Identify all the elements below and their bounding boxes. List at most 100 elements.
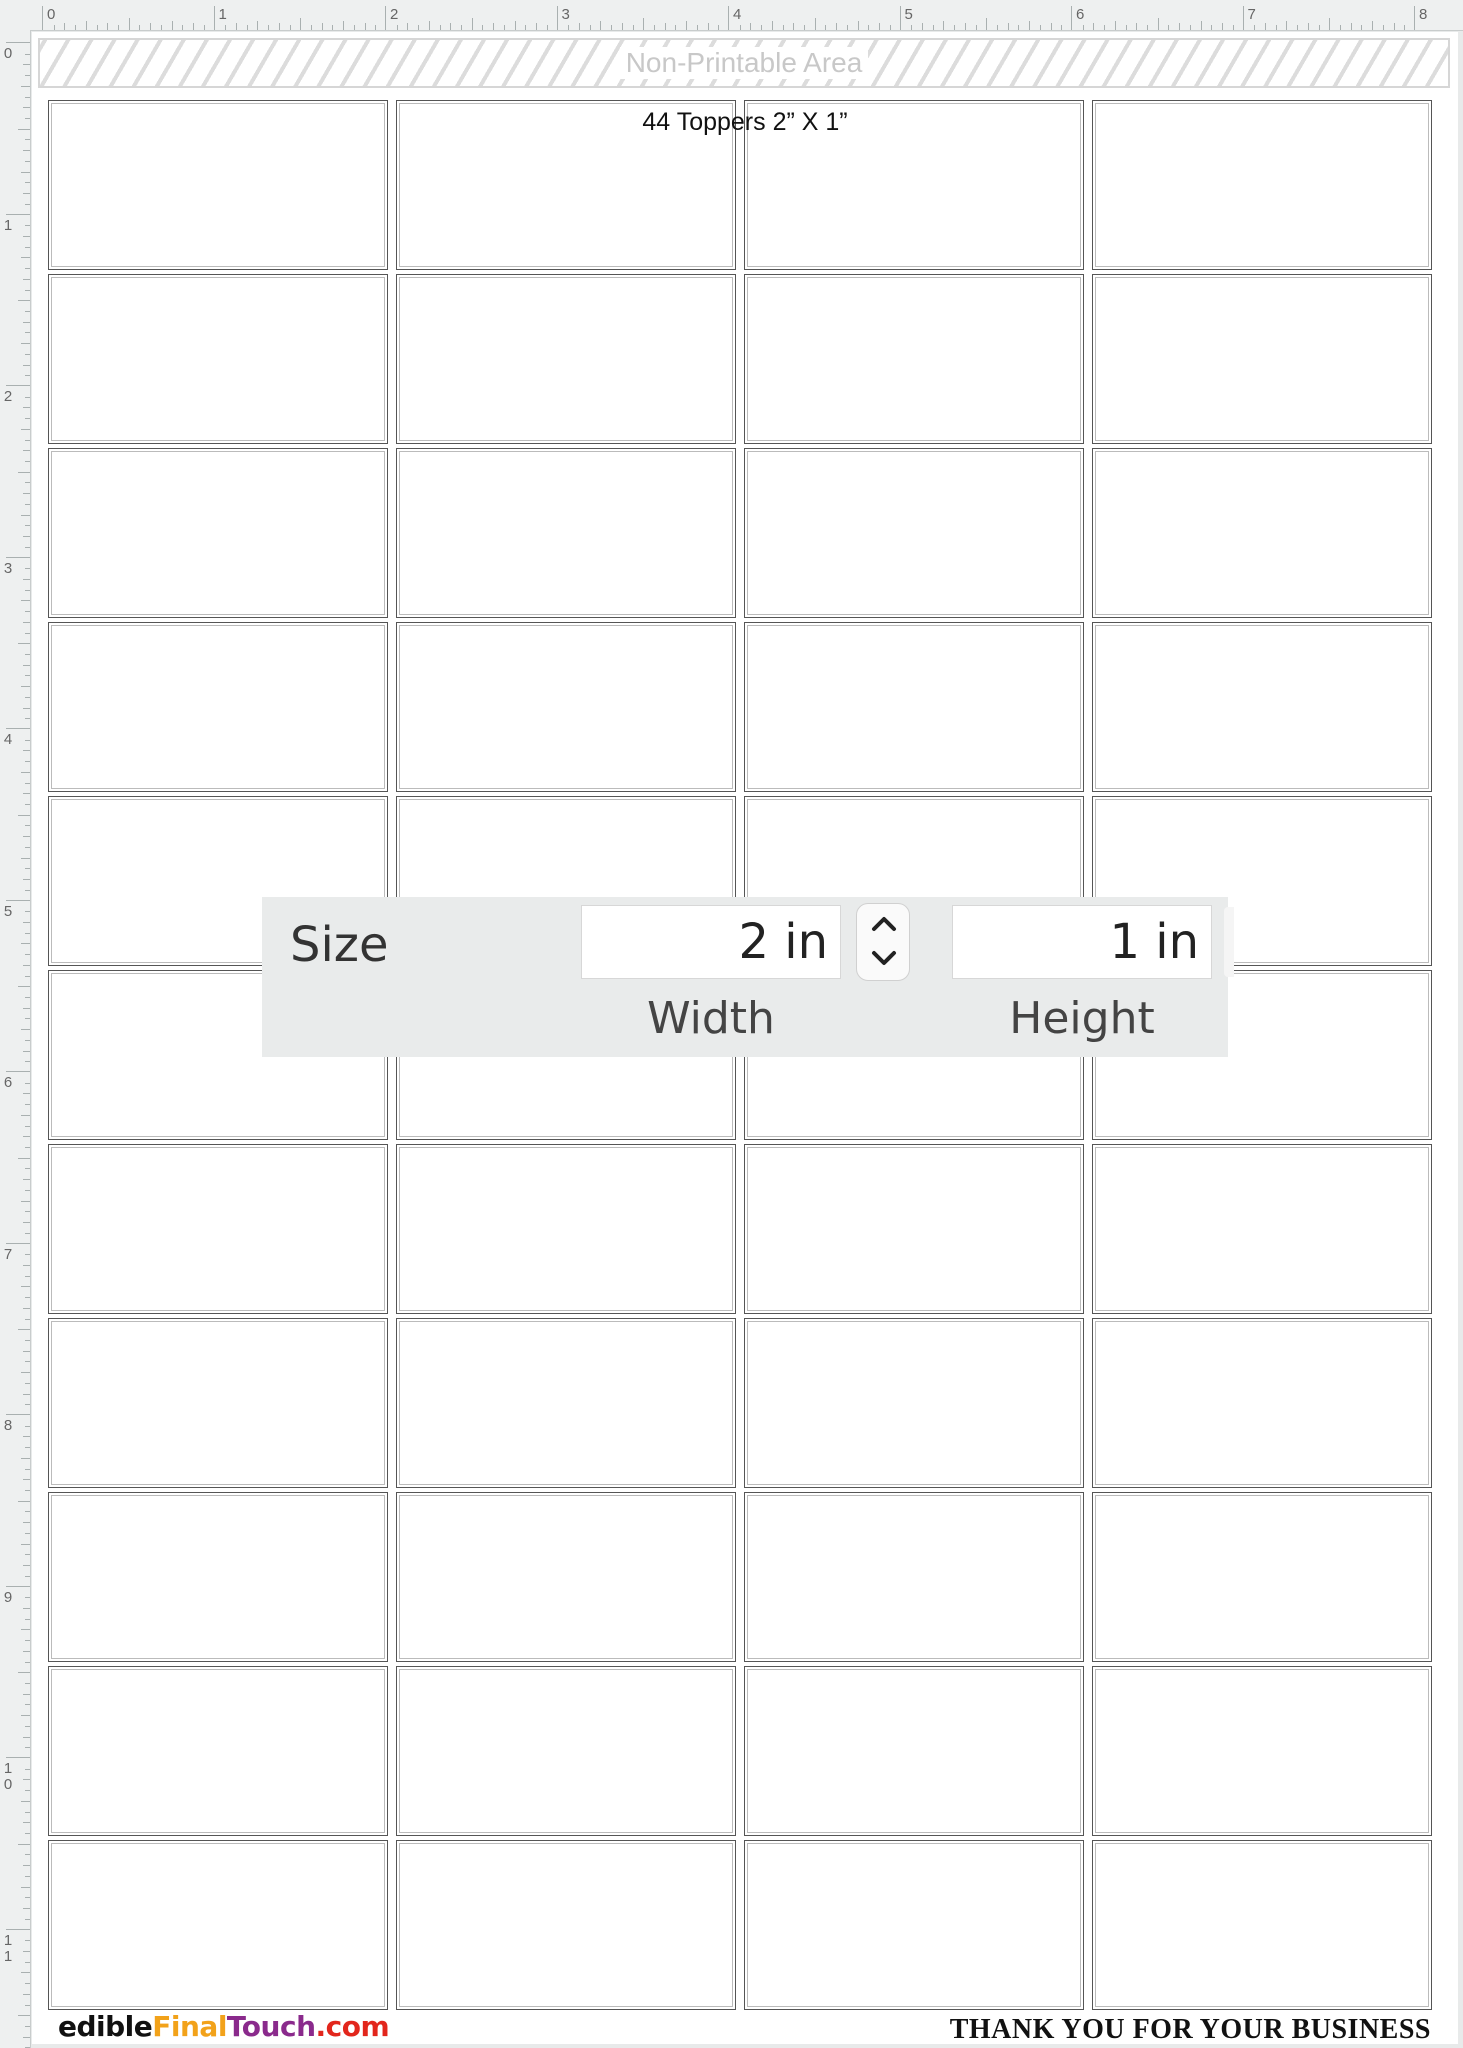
topper-cell[interactable] bbox=[1092, 448, 1432, 618]
topper-cell[interactable] bbox=[396, 274, 736, 444]
ruler-minor-tick bbox=[225, 25, 227, 30]
topper-cell[interactable] bbox=[1092, 100, 1432, 270]
ruler-minor-tick bbox=[25, 696, 30, 698]
ruler-minor-tick bbox=[23, 1222, 30, 1224]
topper-cell[interactable] bbox=[48, 100, 388, 270]
ruler-minor-tick bbox=[21, 1715, 30, 1717]
ruler-minor-tick bbox=[18, 471, 30, 473]
ruler-minor-tick bbox=[25, 1768, 30, 1770]
chevron-down-icon[interactable] bbox=[870, 948, 898, 970]
brand-part-com: .com bbox=[315, 2010, 390, 2043]
topper-cell[interactable] bbox=[744, 1144, 1084, 1314]
topper-cell[interactable] bbox=[396, 1840, 736, 2010]
ruler-minor-tick bbox=[23, 1865, 30, 1867]
ruler-minor-tick bbox=[246, 25, 248, 30]
topper-cell[interactable] bbox=[396, 1144, 736, 1314]
ruler-minor-tick bbox=[332, 25, 334, 30]
width-field[interactable]: 2 in bbox=[581, 905, 841, 979]
topper-cell[interactable] bbox=[396, 622, 736, 792]
ruler-minor-tick bbox=[536, 23, 538, 30]
ruler-label: 7 bbox=[1247, 6, 1256, 23]
ruler-minor-tick bbox=[18, 986, 30, 988]
ruler-minor-tick bbox=[171, 21, 173, 30]
ruler-minor-tick bbox=[25, 1597, 30, 1599]
chevron-up-icon[interactable] bbox=[870, 912, 898, 934]
brand-part-edible: edible bbox=[58, 2010, 153, 2043]
ruler-minor-tick bbox=[375, 25, 377, 30]
ruler-minor-tick bbox=[23, 578, 30, 580]
topper-cell[interactable] bbox=[48, 274, 388, 444]
ruler-label: 1 bbox=[218, 6, 227, 23]
topper-cell[interactable] bbox=[396, 1492, 736, 1662]
ruler-minor-tick bbox=[23, 536, 30, 538]
topper-cell[interactable] bbox=[396, 1666, 736, 1836]
topper-cell[interactable] bbox=[744, 1492, 1084, 1662]
topper-cell[interactable] bbox=[48, 622, 388, 792]
ruler-minor-tick bbox=[21, 514, 30, 516]
ruler-minor-tick bbox=[25, 1468, 30, 1470]
ruler-minor-tick bbox=[23, 150, 30, 152]
topper-cell[interactable] bbox=[744, 448, 1084, 618]
topper-cell[interactable] bbox=[744, 1840, 1084, 2010]
height-field[interactable]: 1 in bbox=[952, 905, 1212, 979]
ruler-minor-tick bbox=[825, 25, 827, 30]
ruler-minor-tick bbox=[911, 25, 913, 30]
ruler-minor-tick bbox=[353, 25, 355, 30]
ruler-minor-tick bbox=[25, 653, 30, 655]
topper-cell[interactable] bbox=[1092, 622, 1432, 792]
ruler-minor-tick bbox=[21, 85, 30, 87]
topper-cell[interactable] bbox=[396, 1318, 736, 1488]
ruler-minor-tick bbox=[75, 25, 77, 30]
ruler-minor-tick bbox=[943, 21, 945, 30]
topper-cell[interactable] bbox=[744, 622, 1084, 792]
ruler-minor-tick bbox=[23, 1050, 30, 1052]
topper-cell[interactable] bbox=[1092, 1666, 1432, 1836]
ruler-minor-tick bbox=[53, 25, 55, 30]
topper-cell[interactable] bbox=[48, 1318, 388, 1488]
ruler-minor-tick bbox=[23, 750, 30, 752]
ruler-minor-tick bbox=[18, 643, 30, 645]
ruler-minor-tick bbox=[1200, 21, 1202, 30]
topper-cell[interactable] bbox=[396, 448, 736, 618]
ruler-label: 4 bbox=[733, 6, 742, 23]
topper-cell[interactable] bbox=[48, 1840, 388, 2010]
ruler-major-tick bbox=[1414, 6, 1415, 30]
ruler-minor-tick bbox=[18, 1843, 30, 1845]
topper-cell[interactable] bbox=[48, 1492, 388, 1662]
ruler-minor-tick bbox=[750, 23, 752, 30]
topper-cell[interactable] bbox=[744, 100, 1084, 270]
topper-cell[interactable] bbox=[1092, 1492, 1432, 1662]
topper-cell[interactable] bbox=[1092, 1318, 1432, 1488]
ruler-minor-tick bbox=[836, 23, 838, 30]
ruler-minor-tick bbox=[471, 18, 473, 30]
topper-cell[interactable] bbox=[48, 448, 388, 618]
ruler-minor-tick bbox=[1114, 21, 1116, 30]
topper-cell[interactable] bbox=[48, 1144, 388, 1314]
topper-cell[interactable] bbox=[1092, 1144, 1432, 1314]
ruler-minor-tick bbox=[696, 25, 698, 30]
ruler-minor-tick bbox=[25, 1875, 30, 1877]
width-stepper[interactable] bbox=[856, 903, 910, 981]
ruler-minor-tick bbox=[268, 25, 270, 30]
ruler-minor-tick bbox=[493, 23, 495, 30]
ruler-minor-tick bbox=[23, 1779, 30, 1781]
ruler-minor-tick bbox=[600, 21, 602, 30]
topper-cell[interactable] bbox=[396, 100, 736, 270]
size-panel: Size 2 in 1 in Width Height bbox=[262, 897, 1234, 1057]
ruler-label: 2 bbox=[3, 388, 13, 405]
ruler-minor-tick bbox=[25, 1189, 30, 1191]
topper-cell[interactable] bbox=[1092, 274, 1432, 444]
topper-cell[interactable] bbox=[1092, 1840, 1432, 2010]
topper-cell[interactable] bbox=[744, 274, 1084, 444]
ruler-label: 8 bbox=[1419, 6, 1428, 23]
ruler-minor-tick bbox=[18, 128, 30, 130]
topper-cell[interactable] bbox=[744, 1666, 1084, 1836]
ruler-minor-tick bbox=[1125, 25, 1127, 30]
topper-cell[interactable] bbox=[744, 1318, 1084, 1488]
ruler-minor-tick bbox=[364, 23, 366, 30]
topper-cell[interactable] bbox=[48, 1666, 388, 1836]
ruler-major-tick bbox=[6, 213, 30, 215]
ruler-minor-tick bbox=[932, 25, 934, 30]
ruler-minor-tick bbox=[23, 1136, 30, 1138]
ruler-minor-tick bbox=[25, 889, 30, 891]
